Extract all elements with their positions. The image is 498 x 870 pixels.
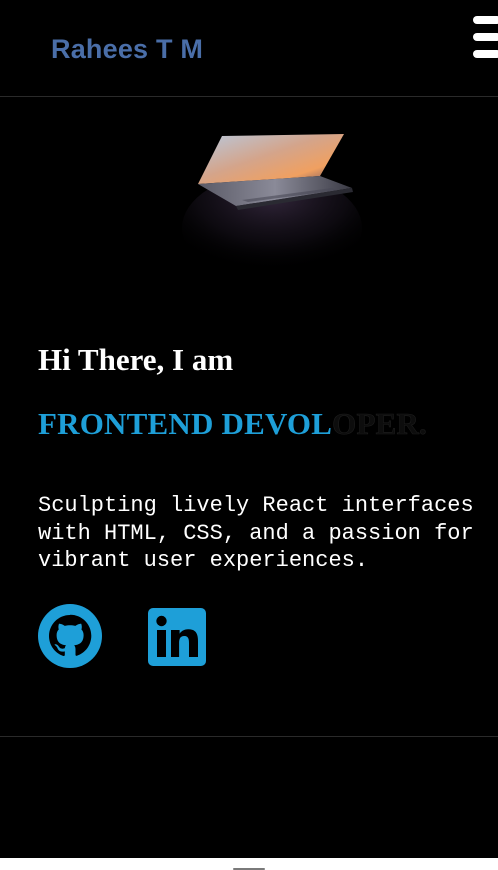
- menu-bar-middle: [473, 33, 498, 41]
- role-title: FRONTEND DEVOLOPER.: [38, 406, 427, 442]
- linkedin-icon: [148, 608, 206, 666]
- github-link[interactable]: [38, 604, 102, 668]
- menu-bar-top: [473, 16, 498, 24]
- role-untyped-text: OPER.: [332, 406, 427, 442]
- laptop-hero-image: [182, 134, 362, 283]
- role-typed-text: FRONTEND DEVOL: [38, 406, 333, 441]
- brand-name[interactable]: Rahees T M: [51, 34, 203, 65]
- linkedin-link[interactable]: [148, 608, 206, 666]
- greeting-heading: Hi There, I am: [38, 342, 234, 377]
- github-icon: [38, 604, 102, 668]
- hamburger-menu-icon[interactable]: [473, 16, 498, 60]
- tagline: Sculpting lively React interfaces with H…: [38, 493, 474, 573]
- footer-divider: [0, 736, 498, 737]
- navbar: Rahees T M: [0, 0, 498, 97]
- menu-bar-bottom: [473, 50, 498, 58]
